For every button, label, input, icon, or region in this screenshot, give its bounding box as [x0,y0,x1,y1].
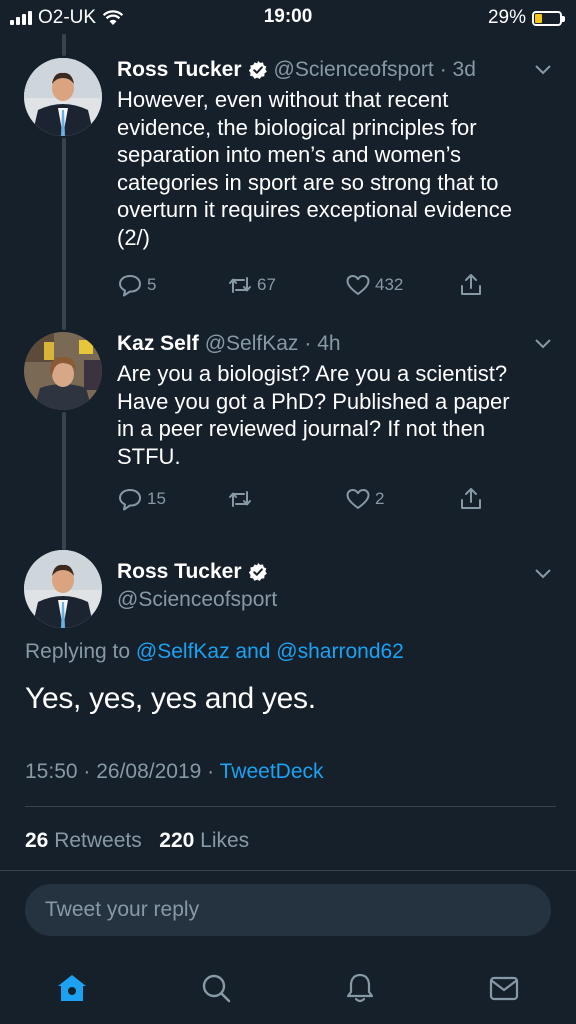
tweet-text-line: categories in sport are so strong that t… [117,169,499,195]
tweet-meta: 15:50 · 26/08/2019 · TweetDeck [25,760,324,784]
battery-percent: 29% [487,7,526,28]
tab-home[interactable] [52,968,92,1008]
battery-icon [532,10,565,26]
reply-input[interactable]: Tweet your reply [25,884,551,936]
search-icon [202,974,231,1003]
tweet-text-line: separation into men’s and women’s [117,142,462,167]
tab-messages[interactable] [484,968,524,1008]
tweet-age: · 4h [304,332,341,355]
reply-icon [119,489,141,511]
tab-notifications[interactable] [340,968,380,1008]
thread-line-1 [62,138,66,330]
thread-line-top [62,34,66,56]
tweet-text-line: Are you a biologist? Are you a scientist… [117,361,508,386]
like-count: 432 [375,275,404,294]
retweet-button[interactable] [227,486,257,512]
tweet-text-line: in a peer reviewed journal? If not then [117,416,486,441]
tweet-header: Kaz Self @SelfKaz · 4h [117,332,341,356]
replying-to: Replying to @SelfKaz and @sharrond62 [25,640,404,664]
mail-icon [489,976,519,1001]
retweet-count: 67 [257,275,276,294]
tab-bar [0,960,576,1020]
retweet-icon [229,277,251,293]
chevron-down-icon[interactable] [534,568,552,580]
reply-button[interactable]: 15 [117,486,166,512]
tweet-stats: 26 Retweets 220 Likes [25,829,249,853]
reply-placeholder: Tweet your reply [45,898,200,921]
tweet-text: However, even without that recent eviden… [117,86,557,251]
display-name[interactable]: Ross Tucker [117,58,242,82]
verified-badge-icon [248,60,267,79]
reply-button[interactable]: 5 [117,272,156,298]
like-label: Likes [200,829,250,852]
display-name-row: Ross Tucker [117,560,268,584]
share-icon [461,488,481,509]
tweet-text: Are you a biologist? Are you a scientist… [117,360,557,470]
reply-icon [119,275,141,297]
retweet-button[interactable]: 67 [227,272,276,298]
battery-info: 29% [487,7,565,29]
heart-icon [346,489,370,509]
tweet-text-line: evidence, the biological principles for [117,114,477,140]
share-icon [461,274,481,295]
share-button[interactable] [458,272,484,298]
main-tweet-text: Yes, yes, yes and yes. [25,682,316,715]
timestamp: 15:50 · 26/08/2019 · [25,760,215,783]
battery-level [535,13,542,23]
client-link[interactable]: TweetDeck [220,760,324,783]
tweet-text-line: overturn it requires exceptional evidenc… [117,197,513,222]
likes-stat[interactable]: 220 Likes [159,829,249,852]
reply-count: 5 [147,275,157,294]
bell-icon [346,973,374,1003]
avatar[interactable] [24,550,102,628]
share-button[interactable] [458,486,484,512]
avatar[interactable] [24,332,102,410]
verified-badge-icon [248,562,267,581]
tweet-text-line: (2/) [117,224,150,250]
replying-prefix: Replying to [25,640,131,663]
tweet-actions: 5 67 432 [117,272,537,302]
tweet-actions: 15 2 [117,486,537,516]
display-name[interactable]: Kaz Self [117,332,199,356]
user-handle[interactable]: @SelfKaz [205,332,299,356]
like-button[interactable]: 432 [345,272,403,298]
tweet-text-line: However, even without that recent [117,87,449,112]
user-handle[interactable]: @Scienceofsport [274,58,434,82]
tweet-text-line: STFU. [117,443,181,469]
heart-icon [346,275,370,295]
display-name[interactable]: Ross Tucker [117,560,242,584]
tab-search[interactable] [196,968,236,1008]
divider [0,870,576,871]
status-bar: O2-UK 19:00 29% [0,0,576,34]
retweet-icon [229,491,251,507]
like-total: 220 [159,829,195,852]
divider [25,806,556,807]
tweet-text-line: Have you got a PhD? Published a paper [117,388,510,414]
chevron-down-icon[interactable] [534,64,552,76]
thread-line-2 [62,412,66,550]
chevron-down-icon[interactable] [534,338,552,350]
user-handle[interactable]: @Scienceofsport [117,588,277,612]
tweet-age: · 3d [439,58,476,81]
tweet-header: Ross Tucker @Scienceofsport · 3d [117,58,476,82]
retweet-label: Retweets [54,829,142,852]
like-button[interactable]: 2 [345,486,384,512]
reply-count: 15 [147,489,166,508]
replying-to-link[interactable]: @SelfKaz and @sharrond62 [136,640,404,663]
avatar[interactable] [24,58,102,136]
retweets-stat[interactable]: 26 Retweets [25,829,142,852]
home-icon [58,975,86,1001]
like-count: 2 [375,489,385,508]
retweet-total: 26 [25,829,49,852]
